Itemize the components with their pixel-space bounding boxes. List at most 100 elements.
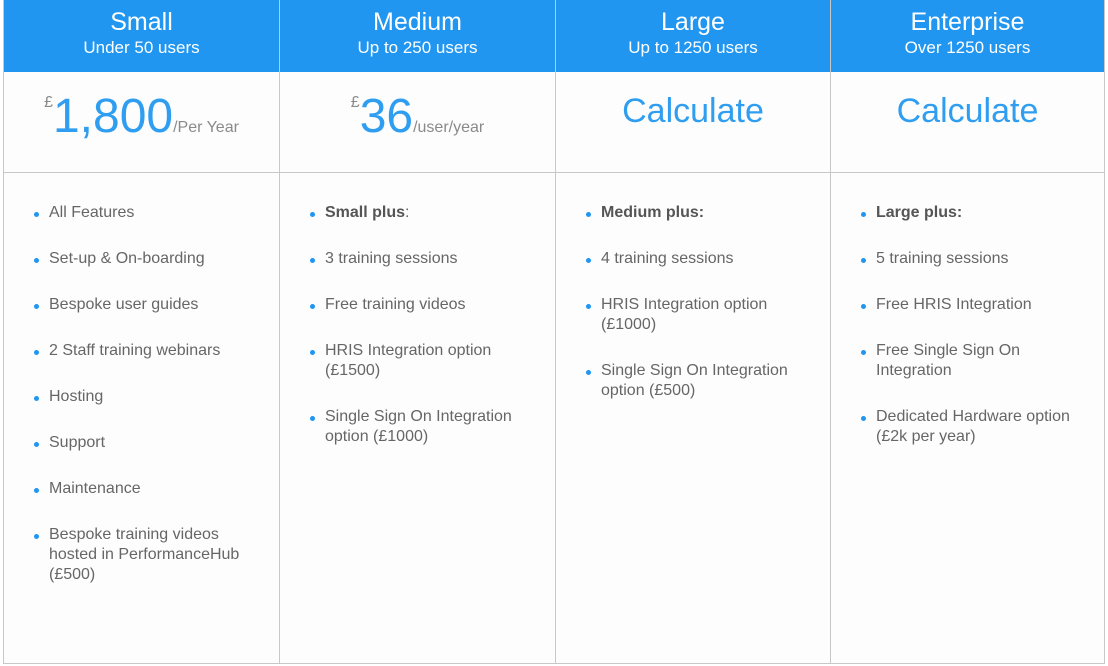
feature-item: Large plus: xyxy=(861,203,1090,223)
bullet-icon xyxy=(861,416,866,421)
pricing-table: Small Under 50 users £1,800/Per Year All… xyxy=(3,0,1105,664)
bullet-icon xyxy=(586,304,591,309)
feature-text: 4 training sessions xyxy=(601,250,734,267)
price-display: £36/user/year xyxy=(351,90,484,144)
bullet-icon xyxy=(34,304,39,309)
feature-text: Bespoke user guides xyxy=(49,296,199,313)
price-amount: 36 xyxy=(359,90,414,143)
feature-item: Support xyxy=(34,433,265,453)
plan-column-large: Large Up to 1250 users Calculate Medium … xyxy=(556,0,831,663)
bullet-icon xyxy=(34,396,39,401)
feature-text: Maintenance xyxy=(49,480,141,497)
feature-item: Bespoke user guides xyxy=(34,295,265,315)
feature-item: Dedicated Hardware option (£2k per year) xyxy=(861,407,1090,447)
feature-item: 4 training sessions xyxy=(586,249,816,269)
price-period: /user/year xyxy=(413,119,485,136)
plan-price: £36/user/year xyxy=(280,72,555,173)
feature-text: 5 training sessions xyxy=(876,250,1009,267)
bullet-icon xyxy=(861,212,866,217)
feature-text: HRIS Integration option (£1000) xyxy=(601,296,768,333)
feature-heading: Medium plus: xyxy=(601,204,705,221)
plan-header: Small Under 50 users xyxy=(4,0,279,72)
feature-item: HRIS Integration option (£1500) xyxy=(310,341,541,381)
bullet-icon xyxy=(34,534,39,539)
feature-list: Large plus: 5 training sessions Free HRIS … xyxy=(831,173,1104,473)
bullet-icon xyxy=(310,212,315,217)
feature-item: Set-up & On-boarding xyxy=(34,249,265,269)
feature-item: Free training videos xyxy=(310,295,541,315)
bullet-icon xyxy=(34,442,39,447)
feature-text: 2 Staff training webinars xyxy=(49,342,221,359)
feature-text: Single Sign On Integration option (£500) xyxy=(601,362,788,399)
feature-text: Free training videos xyxy=(325,296,466,313)
plan-column-enterprise: Enterprise Over 1250 users Calculate Lar… xyxy=(831,0,1104,663)
feature-list: All Features Set-up & On-boarding Bespoke … xyxy=(4,173,279,611)
bullet-icon xyxy=(310,304,315,309)
plan-header: Medium Up to 250 users xyxy=(280,0,555,72)
feature-heading: Small plus xyxy=(325,204,406,221)
bullet-icon xyxy=(586,370,591,375)
feature-item: Single Sign On Integration option (£500) xyxy=(586,361,816,401)
feature-item: Maintenance xyxy=(34,479,265,499)
price-period: /Per Year xyxy=(173,119,239,136)
feature-item: 2 Staff training webinars xyxy=(34,341,265,361)
feature-text: Single Sign On Integration option (£1000… xyxy=(325,408,512,445)
plan-price: Calculate xyxy=(556,72,830,173)
plan-price: £1,800/Per Year xyxy=(4,72,279,173)
bullet-icon xyxy=(586,258,591,263)
price-amount: 1,800 xyxy=(52,90,174,143)
bullet-icon xyxy=(34,212,39,217)
feature-text: Support xyxy=(49,434,106,451)
feature-item: Free Single Sign On Integration xyxy=(861,341,1090,381)
feature-text: Set-up & On-boarding xyxy=(49,250,205,267)
feature-text: HRIS Integration option (£1500) xyxy=(325,342,492,379)
feature-text: Bespoke training videos hosted in Perfor… xyxy=(49,526,240,583)
bullet-icon xyxy=(310,416,315,421)
price-display: £1,800/Per Year xyxy=(44,90,239,144)
plan-name: Enterprise xyxy=(910,8,1025,36)
plan-users: Over 1250 users xyxy=(904,38,1031,57)
feature-list: Small plus: 3 training sessions Free train… xyxy=(280,173,555,473)
feature-item: Bespoke training videos hosted in Perfor… xyxy=(34,525,265,585)
plan-users: Up to 1250 users xyxy=(628,38,758,57)
feature-item: Free HRIS Integration xyxy=(861,295,1090,315)
bullet-icon xyxy=(34,488,39,493)
feature-item: HRIS Integration option (£1000) xyxy=(586,295,816,335)
plan-name: Medium xyxy=(373,8,462,36)
bullet-icon xyxy=(861,350,866,355)
feature-text: Hosting xyxy=(49,388,104,405)
feature-text: Dedicated Hardware option (£2k per year) xyxy=(876,408,1070,445)
bullet-icon xyxy=(34,258,39,263)
plan-price: Calculate xyxy=(831,72,1104,173)
feature-item: Small plus: xyxy=(310,203,541,223)
currency-symbol: £ xyxy=(44,94,53,111)
plan-header: Large Up to 1250 users xyxy=(556,0,830,72)
plan-name: Large xyxy=(661,8,725,36)
bullet-icon xyxy=(310,258,315,263)
plan-column-medium: Medium Up to 250 users £36/user/year Sma… xyxy=(280,0,556,663)
feature-item: 5 training sessions xyxy=(861,249,1090,269)
feature-list: Medium plus: 4 training sessions HRIS Inte… xyxy=(556,173,830,427)
bullet-icon xyxy=(586,212,591,217)
plan-name: Small xyxy=(110,8,173,36)
feature-text: 3 training sessions xyxy=(325,250,458,267)
bullet-icon xyxy=(861,304,866,309)
feature-text: : xyxy=(405,204,410,221)
bullet-icon xyxy=(310,350,315,355)
calculate-link[interactable]: Calculate xyxy=(622,92,764,130)
bullet-icon xyxy=(34,350,39,355)
feature-item: Single Sign On Integration option (£1000… xyxy=(310,407,541,447)
feature-item: Hosting xyxy=(34,387,265,407)
feature-text: Free Single Sign On Integration xyxy=(876,342,1021,379)
feature-text: Free HRIS Integration xyxy=(876,296,1032,313)
plan-users: Up to 250 users xyxy=(357,38,478,57)
feature-item: All Features xyxy=(34,203,265,223)
feature-text: All Features xyxy=(49,204,135,221)
calculate-link[interactable]: Calculate xyxy=(897,92,1039,130)
currency-symbol: £ xyxy=(350,94,360,111)
feature-item: Medium plus: xyxy=(586,203,816,223)
bullet-icon xyxy=(861,258,866,263)
plan-users: Under 50 users xyxy=(83,38,200,57)
plan-column-small: Small Under 50 users £1,800/Per Year All… xyxy=(4,0,280,663)
plan-header: Enterprise Over 1250 users xyxy=(831,0,1104,72)
